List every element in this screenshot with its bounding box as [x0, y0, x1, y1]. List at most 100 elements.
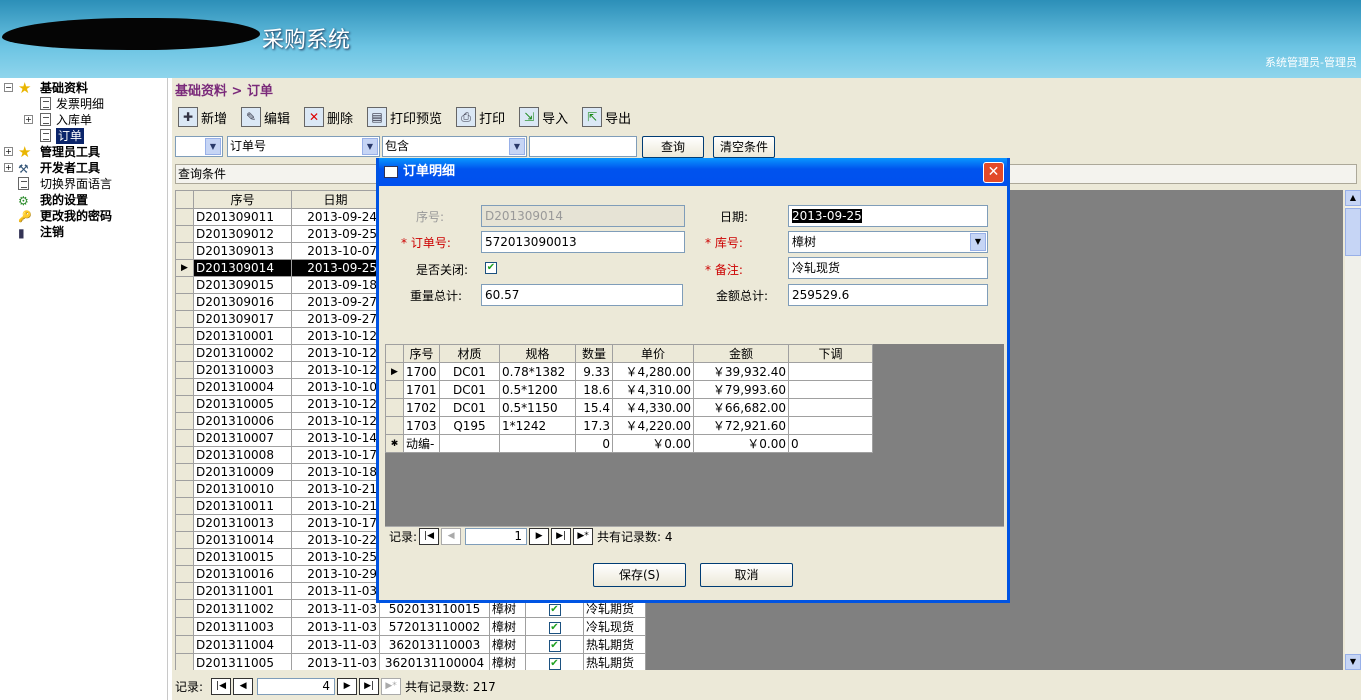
spec-cell[interactable]: 0.5*1200: [499, 380, 576, 399]
order-seq-cell[interactable]: D201310015: [193, 548, 292, 566]
column-header[interactable]: 材质: [439, 344, 500, 363]
checkbox-checked-icon[interactable]: ✔: [548, 658, 561, 670]
adjust-cell[interactable]: [788, 398, 873, 417]
remark-cell[interactable]: 冷轧现货: [583, 617, 646, 636]
line-seq-cell[interactable]: 动编-: [403, 434, 440, 453]
order-date-cell[interactable]: 2013-10-10: [291, 378, 380, 396]
row-selector[interactable]: [175, 293, 194, 311]
column-header[interactable]: 金额: [693, 344, 789, 363]
date-field[interactable]: 2013-09-25: [788, 205, 988, 227]
order-date-cell[interactable]: 2013-11-03: [291, 582, 380, 600]
sidebar-item[interactable]: 订单: [0, 128, 167, 144]
table-row[interactable]: D201311005 2013-11-03 3620131100004 樟树 ✔ 热轧期货: [175, 653, 646, 670]
unit-price-cell[interactable]: ￥4,330.00: [612, 398, 694, 417]
order-seq-cell[interactable]: D201311002: [193, 599, 292, 618]
material-cell[interactable]: [439, 434, 500, 453]
row-selector[interactable]: [175, 514, 194, 532]
order-date-cell[interactable]: 2013-09-25: [291, 259, 380, 277]
row-selector[interactable]: [175, 395, 194, 413]
order-seq-cell[interactable]: D201309011: [193, 208, 292, 226]
store-cell[interactable]: 樟树: [489, 653, 526, 670]
next-record-icon[interactable]: ▶: [337, 677, 358, 695]
row-selector[interactable]: [175, 242, 194, 260]
table-row[interactable]: 1703 Q195 1*1242 17.3 ￥4,220.00 ￥72,921.60: [385, 416, 873, 435]
amount-total-field[interactable]: 259529.6: [788, 284, 988, 306]
export-button[interactable]: ⇱ 导出: [582, 104, 631, 130]
scroll-thumb[interactable]: [1345, 208, 1361, 256]
order-date-cell[interactable]: 2013-10-12: [291, 395, 380, 413]
order-date-cell[interactable]: 2013-09-27: [291, 293, 380, 311]
amount-cell[interactable]: ￥39,932.40: [693, 362, 789, 381]
line-seq-cell[interactable]: 1700: [403, 362, 440, 381]
sidebar-item[interactable]: − ★ 基础资料: [0, 80, 167, 96]
cancel-button[interactable]: 取消: [700, 563, 793, 587]
order-date-cell[interactable]: 2013-10-14: [291, 429, 380, 447]
column-header[interactable]: 下调: [788, 344, 873, 363]
order-seq-cell[interactable]: D201310004: [193, 378, 292, 396]
column-header[interactable]: 数量: [575, 344, 613, 363]
order-seq-cell[interactable]: D201311003: [193, 617, 292, 636]
order-seq-cell[interactable]: D201309017: [193, 310, 292, 328]
row-selector[interactable]: [385, 398, 404, 417]
row-selector[interactable]: ▶: [385, 362, 404, 381]
order-date-cell[interactable]: 2013-10-12: [291, 412, 380, 430]
order-date-cell[interactable]: 2013-11-03: [291, 599, 380, 618]
row-selector[interactable]: [175, 653, 194, 670]
order-date-cell[interactable]: 2013-10-07: [291, 242, 380, 260]
order-seq-cell[interactable]: D201310005: [193, 395, 292, 413]
field-select[interactable]: 订单号 ▼: [227, 136, 380, 157]
order-date-cell[interactable]: 2013-09-27: [291, 310, 380, 328]
record-number-input[interactable]: 4: [257, 677, 336, 695]
scroll-down-icon[interactable]: ▼: [1345, 654, 1361, 670]
table-row[interactable]: D201311004 2013-11-03 362013110003 樟树 ✔ 热轧期货: [175, 635, 646, 654]
row-selector[interactable]: [175, 617, 194, 636]
close-icon[interactable]: ✕: [983, 162, 1004, 183]
order-date-cell[interactable]: 2013-10-21: [291, 480, 380, 498]
amount-cell[interactable]: ￥72,921.60: [693, 416, 789, 435]
order-seq-cell[interactable]: D201310001: [193, 327, 292, 345]
sidebar-item[interactable]: + ⚒ 开发者工具: [0, 160, 167, 176]
clear-conditions-button[interactable]: 清空条件: [713, 136, 775, 158]
order-number-cell[interactable]: 362013110003: [379, 635, 490, 654]
order-seq-cell[interactable]: D201311001: [193, 582, 292, 600]
closed-cell[interactable]: ✔: [525, 617, 584, 636]
row-selector[interactable]: [385, 416, 404, 435]
line-seq-cell[interactable]: 1703: [403, 416, 440, 435]
order-seq-cell[interactable]: D201310013: [193, 514, 292, 532]
closed-checkbox[interactable]: ✔: [485, 262, 497, 274]
unit-price-cell[interactable]: ￥4,220.00: [612, 416, 694, 435]
row-selector[interactable]: [175, 548, 194, 566]
sidebar-item[interactable]: + ★ 管理员工具: [0, 144, 167, 160]
table-row[interactable]: ▶ 1700 DC01 0.78*1382 9.33 ￥4,280.00 ￥39,932.4…: [385, 362, 873, 381]
adjust-cell[interactable]: [788, 380, 873, 399]
order-seq-cell[interactable]: D201310011: [193, 497, 292, 515]
sidebar-item[interactable]: 发票明细: [0, 96, 167, 112]
order-date-cell[interactable]: 2013-11-03: [291, 653, 380, 670]
store-select[interactable]: 樟树 ▼: [788, 231, 988, 253]
weight-total-field[interactable]: 60.57: [481, 284, 683, 306]
previous-record-icon[interactable]: ◀: [233, 677, 254, 695]
sidebar-item[interactable]: + 入库单: [0, 112, 167, 128]
remark-cell[interactable]: 热轧期货: [583, 653, 646, 670]
spec-cell[interactable]: [499, 434, 576, 453]
row-selector[interactable]: ✱: [385, 434, 404, 453]
quantity-cell[interactable]: 18.6: [575, 380, 613, 399]
dialog-titlebar[interactable]: 订单明细 ✕: [379, 158, 1007, 186]
quantity-cell[interactable]: 15.4: [575, 398, 613, 417]
unit-price-cell[interactable]: ￥0.00: [612, 434, 694, 453]
quantity-cell[interactable]: 0: [575, 434, 613, 453]
row-selector[interactable]: [175, 531, 194, 549]
sidebar-item[interactable]: 切换界面语言: [0, 176, 167, 192]
order-seq-cell[interactable]: D201310007: [193, 429, 292, 447]
order-date-cell[interactable]: 2013-11-03: [291, 617, 380, 636]
material-cell[interactable]: DC01: [439, 398, 500, 417]
line-seq-cell[interactable]: 1701: [403, 380, 440, 399]
print-preview-button[interactable]: ▤ 打印预览: [367, 104, 442, 130]
order-date-cell[interactable]: 2013-10-12: [291, 327, 380, 345]
logic-select[interactable]: ▼: [175, 136, 223, 157]
order-seq-cell[interactable]: D201310008: [193, 446, 292, 464]
record-number-input[interactable]: 1: [465, 527, 528, 545]
order-seq-cell[interactable]: D201309012: [193, 225, 292, 243]
first-record-icon[interactable]: |◀: [211, 677, 232, 695]
checkbox-checked-icon[interactable]: ✔: [548, 604, 561, 616]
